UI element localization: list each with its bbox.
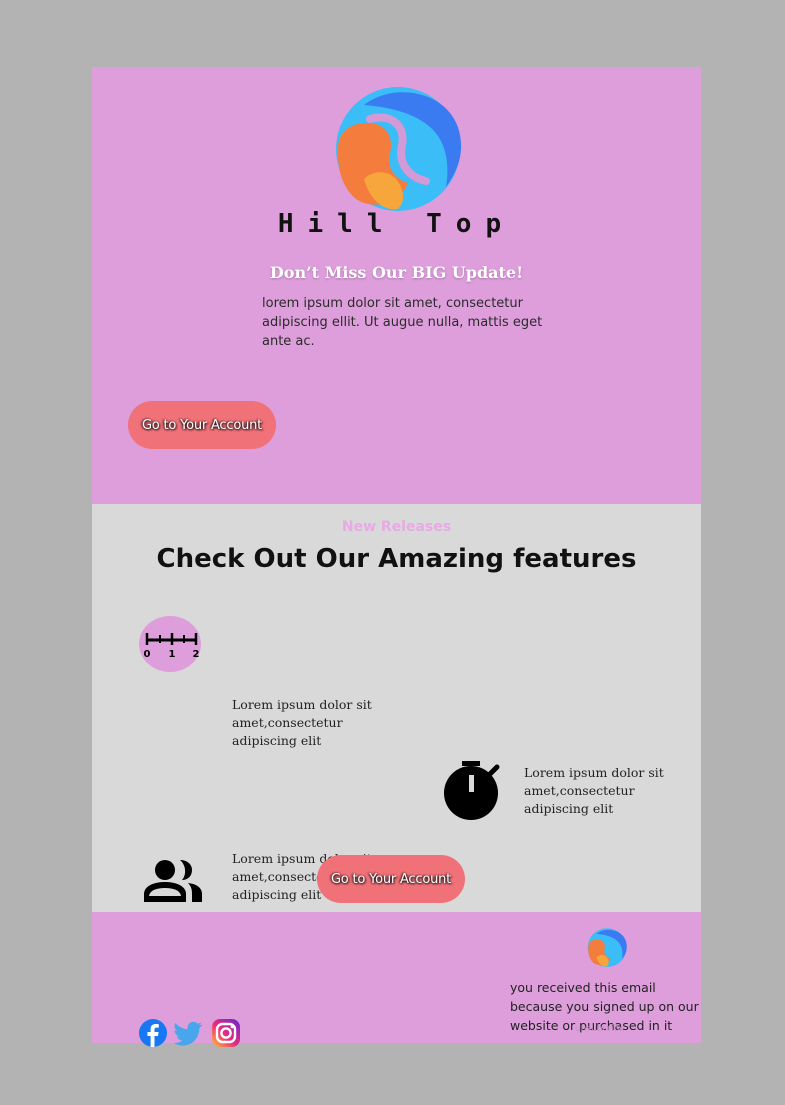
twitter-icon[interactable] — [174, 1018, 204, 1048]
ruler-icon: 0 1 2 — [139, 616, 201, 672]
hill-top-logo — [336, 87, 462, 211]
header-section: Hill Top Don’t Miss Our BIG Update! lore… — [92, 67, 701, 504]
brand-name: Hill Top — [277, 209, 516, 239]
intro-text: lorem ipsum dolor sit amet, consectetur … — [262, 296, 543, 349]
section-title: Check Out Our Amazing features — [156, 544, 637, 574]
people-icon — [144, 860, 202, 902]
section-kicker: New Releases — [341, 519, 452, 535]
feature-text: Lorem ipsum dolor sit amet,consectetur a… — [524, 765, 664, 816]
ruler-label-0: 0 — [144, 649, 151, 660]
go-to-account-button-secondary[interactable]: Go to Your Account — [317, 855, 465, 903]
facebook-icon[interactable] — [138, 1018, 168, 1048]
feature-text: Lorem ipsum dolor sit amet,consectetur a… — [232, 697, 372, 748]
stopwatch-icon — [444, 761, 500, 820]
headline: Don’t Miss Our BIG Update! — [269, 263, 524, 282]
email-container: Hill Top Don’t Miss Our BIG Update! lore… — [92, 67, 701, 1047]
ruler-label-1: 1 — [169, 649, 176, 660]
unsubscribe-link[interactable]: unsubcribe — [575, 1024, 625, 1034]
features-section: New Releases Check Out Our Amazing featu… — [92, 504, 701, 912]
hill-top-logo-small — [587, 928, 627, 967]
ruler-label-2: 2 — [193, 649, 200, 660]
instagram-icon[interactable] — [211, 1017, 241, 1049]
footer-section: you received this email because you sign… — [92, 912, 701, 1047]
go-to-account-button[interactable]: Go to Your Account — [128, 401, 276, 449]
